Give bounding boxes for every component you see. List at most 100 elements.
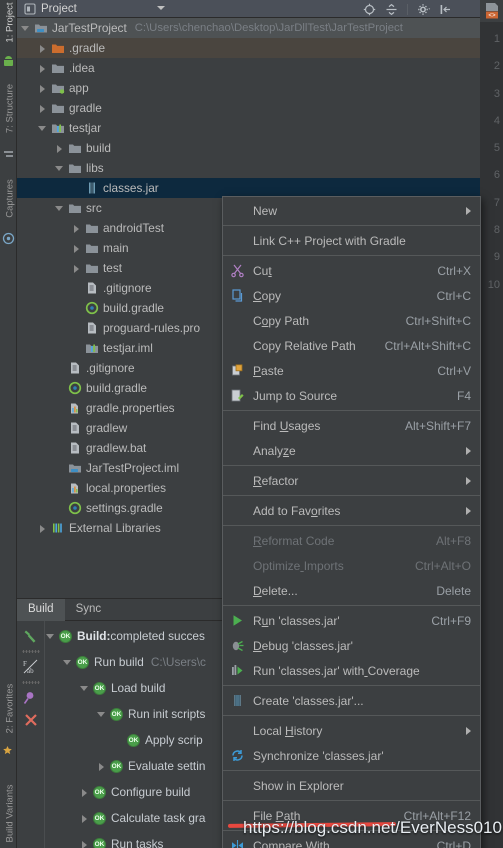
- menu-item-cut[interactable]: Cut Ctrl+X: [223, 258, 480, 283]
- menu-item-find-usages[interactable]: Find Usages Alt+Shift+F7: [223, 413, 480, 438]
- tree-item-label: build: [86, 141, 111, 155]
- expand-arrow-icon[interactable]: [38, 524, 47, 533]
- sidebar-tab-favorites[interactable]: 2: Favorites: [2, 677, 19, 741]
- sidebar-tab-build-variants[interactable]: Build Variants: [2, 782, 19, 846]
- tree-row-classes-jar[interactable]: classes.jar: [17, 178, 480, 198]
- tree-row-gradle[interactable]: .gradle: [17, 38, 480, 58]
- context-menu[interactable]: New Link C++ Project with Gradle Cut Ctrl+X…: [222, 196, 481, 848]
- locate-target-icon[interactable]: [363, 3, 376, 16]
- tree-row-idea[interactable]: .idea: [17, 58, 480, 78]
- line-number: 10: [487, 278, 500, 291]
- tab-build[interactable]: Build: [17, 598, 65, 621]
- folder-icon: [68, 141, 82, 155]
- expand-arrow-icon[interactable]: [80, 814, 89, 823]
- collapse-arrow-icon[interactable]: [80, 684, 89, 693]
- line-number: 4: [493, 114, 500, 127]
- menu-item-label: Run 'classes.jar' with Coverage: [253, 663, 420, 678]
- expand-arrow-icon[interactable]: [38, 44, 47, 53]
- hide-panel-icon[interactable]: [439, 3, 452, 16]
- menu-item-synchronize-classes-jar[interactable]: Synchronize 'classes.jar': [223, 743, 480, 768]
- build-row-label: Apply scrip: [145, 733, 203, 747]
- collapse-arrow-icon[interactable]: [63, 658, 72, 667]
- menu-item-create-classes-jar[interactable]: Create 'classes.jar'...: [223, 688, 480, 713]
- folder-icon: [85, 261, 99, 275]
- svg-text:<>: <>: [488, 12, 496, 19]
- menu-item-analyze[interactable]: Analyze: [223, 438, 480, 463]
- menu-item-add-to-favorites[interactable]: Add to Favorites: [223, 498, 480, 523]
- menu-item-debug-classes-jar[interactable]: Debug 'classes.jar': [223, 633, 480, 658]
- tree-row-app[interactable]: app: [17, 78, 480, 98]
- collapse-all-icon[interactable]: [385, 3, 398, 16]
- tree-item-label: .gitignore: [103, 281, 152, 295]
- close-icon[interactable]: [22, 711, 40, 729]
- expand-arrow-icon[interactable]: [38, 84, 47, 93]
- tree-row-jartestproject[interactable]: JarTestProject C:\Users\chenchao\Desktop\…: [17, 18, 480, 38]
- menu-item-new[interactable]: New: [223, 198, 480, 223]
- expand-arrow-icon[interactable]: [80, 788, 89, 797]
- gear-icon[interactable]: [417, 3, 431, 16]
- tree-item-label: .idea: [69, 61, 95, 75]
- favorites-star-icon: [2, 745, 15, 758]
- menu-item-label: Delete...: [253, 583, 298, 598]
- collapse-arrow-icon[interactable]: [55, 204, 64, 213]
- menu-item-jump-to-source[interactable]: Jump to Source F4: [223, 383, 480, 408]
- pin-icon[interactable]: [22, 689, 40, 707]
- sidebar-tab-project[interactable]: 1: Project: [2, 0, 19, 55]
- menu-separator: [223, 410, 480, 411]
- menu-separator: [223, 800, 480, 801]
- collapse-arrow-icon[interactable]: [55, 164, 64, 173]
- menu-item-refactor[interactable]: Refactor: [223, 468, 480, 493]
- expand-arrow-icon[interactable]: [55, 144, 64, 153]
- menu-item-link-c-project-with-gradle[interactable]: Link C++ Project with Gradle: [223, 228, 480, 253]
- menu-item-reformat-code: Reformat Code Alt+F8: [223, 528, 480, 553]
- build-toolbar: Fab: [17, 621, 45, 848]
- menu-item-label: Synchronize 'classes.jar': [253, 748, 384, 763]
- tab-sync[interactable]: Sync: [65, 599, 113, 621]
- folder-icon: [85, 241, 99, 255]
- tree-row-gradle[interactable]: gradle: [17, 98, 480, 118]
- tree-item-label: JarTestProject.iml: [86, 461, 180, 475]
- menu-item-run-classes-jar-with-coverage[interactable]: Run 'classes.jar' with Coverage: [223, 658, 480, 683]
- left-tool-strip: 1: Project 7: Structure Captures 2: Favo…: [0, 0, 17, 848]
- menu-item-show-in-explorer[interactable]: Show in Explorer: [223, 773, 480, 798]
- file-text-icon: [68, 421, 82, 435]
- editor-toggle-button[interactable]: <>: [480, 0, 503, 22]
- menu-item-copy-path[interactable]: Copy Path Ctrl+Shift+C: [223, 308, 480, 333]
- chevron-down-icon[interactable]: [157, 6, 165, 10]
- menu-item-paste[interactable]: Paste Ctrl+V: [223, 358, 480, 383]
- menu-item-copy[interactable]: Copy Ctrl+C: [223, 283, 480, 308]
- build-hammer-icon[interactable]: [22, 627, 40, 645]
- expand-arrow-icon[interactable]: [38, 104, 47, 113]
- collapse-arrow-icon[interactable]: [46, 632, 55, 641]
- menu-item-local-history[interactable]: Local History: [223, 718, 480, 743]
- menu-item-shortcut: Ctrl+V: [437, 363, 471, 378]
- menu-separator: [223, 715, 480, 716]
- menu-item-delete[interactable]: Delete... Delete: [223, 578, 480, 603]
- menu-item-run-classes-jar[interactable]: Run 'classes.jar' Ctrl+F9: [223, 608, 480, 633]
- menu-item-shortcut: Delete: [436, 583, 471, 598]
- sidebar-tab-captures[interactable]: Captures: [2, 167, 19, 231]
- tree-item-label: gradlew: [86, 421, 128, 435]
- sidebar-tab-structure[interactable]: 7: Structure: [2, 77, 19, 141]
- expand-arrow-icon[interactable]: [72, 264, 81, 273]
- expand-arrow-icon[interactable]: [72, 224, 81, 233]
- tree-row-build[interactable]: build: [17, 138, 480, 158]
- compare-icon: [230, 838, 245, 848]
- collapse-arrow-icon[interactable]: [38, 124, 47, 133]
- expand-arrow-icon[interactable]: [38, 64, 47, 73]
- menu-item-copy-relative-path[interactable]: Copy Relative Path Ctrl+Alt+Shift+C: [223, 333, 480, 358]
- expand-arrow-icon[interactable]: [80, 840, 89, 848]
- tree-row-testjar[interactable]: testjar: [17, 118, 480, 138]
- tree-row-libs[interactable]: libs: [17, 158, 480, 178]
- menu-item-shortcut: Ctrl+X: [437, 263, 471, 278]
- toggle-view-icon[interactable]: Fab: [22, 658, 40, 676]
- expand-arrow-icon[interactable]: [72, 244, 81, 253]
- menu-item-label: Link C++ Project with Gradle: [253, 233, 406, 248]
- expand-arrow-icon[interactable]: [97, 762, 106, 771]
- collapse-arrow-icon[interactable]: [21, 24, 30, 33]
- line-number: 1: [493, 33, 500, 45]
- collapse-arrow-icon[interactable]: [97, 710, 106, 719]
